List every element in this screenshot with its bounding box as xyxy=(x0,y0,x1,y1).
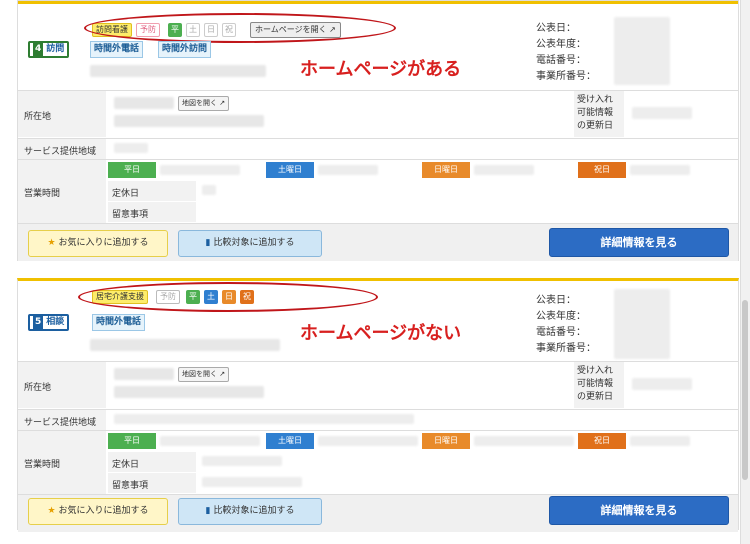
sunday-hours-redacted xyxy=(474,436,574,446)
add-favorite-button[interactable]: ★ お気に入りに追加する xyxy=(28,230,168,257)
add-favorite-button[interactable]: ★ お気に入りに追加する xyxy=(28,498,168,525)
facility-name-redacted xyxy=(90,339,280,351)
after-hours-phone-tag: 時間外電話 xyxy=(92,314,146,331)
area-redacted xyxy=(114,143,148,153)
closed-days-label: 定休日 xyxy=(108,452,196,472)
acceptance-update-label: 受け入れ 可能情報 の更新日 xyxy=(574,91,624,137)
closed-days-redacted xyxy=(202,185,216,195)
service-badge-visit: 4 訪問 xyxy=(28,41,70,58)
view-details-button[interactable]: 詳細情報を見る xyxy=(549,496,729,525)
view-details-button[interactable]: 詳細情報を見る xyxy=(549,228,729,257)
location-label: 所在地 xyxy=(18,362,106,408)
phone-label: 電話番号： xyxy=(536,327,586,338)
publish-date-label: 公表日： xyxy=(536,23,576,34)
star-icon: ★ xyxy=(47,506,56,516)
weekday-hours-redacted xyxy=(160,436,260,446)
service-area-label: サービス提供地域 xyxy=(18,410,106,430)
card-accent-bar xyxy=(18,1,738,4)
address-redacted xyxy=(114,368,174,380)
acceptance-date-redacted xyxy=(632,107,692,119)
publish-date-label: 公表日： xyxy=(536,295,576,306)
service-badge-consult: 5 相談 xyxy=(28,314,70,331)
office-info-redacted xyxy=(614,289,670,359)
facility-card-2: 居宅介護支援 予防 平 土 日 祝 5 相談 時間外電話 ホームページがない 公表… xyxy=(17,278,739,532)
office-info-redacted xyxy=(614,17,670,85)
office-number-label: 事業所番号： xyxy=(536,71,596,82)
saturday-header: 土曜日 xyxy=(266,162,314,178)
vertical-scrollbar[interactable] xyxy=(740,0,750,544)
saturday-hours-redacted xyxy=(318,436,418,446)
location-label: 所在地 xyxy=(18,91,106,137)
address-redacted-2 xyxy=(114,386,264,398)
holiday-header: 祝日 xyxy=(578,433,626,449)
acceptance-update-label: 受け入れ 可能情報 の更新日 xyxy=(574,362,624,408)
notes-label: 留意事項 xyxy=(108,473,196,493)
annotation-oval xyxy=(84,13,396,43)
sunday-header: 日曜日 xyxy=(422,433,470,449)
saturday-header: 土曜日 xyxy=(266,433,314,449)
holiday-hours-redacted xyxy=(630,165,690,175)
sunday-header: 日曜日 xyxy=(422,162,470,178)
holiday-header: 祝日 xyxy=(578,162,626,178)
after-hours-visit-tag: 時間外訪問 xyxy=(158,41,212,58)
publish-year-label: 公表年度： xyxy=(536,39,586,50)
saturday-hours-redacted xyxy=(318,165,378,175)
add-compare-button[interactable]: ▮ 比較対象に追加する xyxy=(178,230,322,257)
facility-card-1: 訪問看護 予防 平 土 日 祝 ホームページを開く ↗ 4 訪問 時間外電話 時間… xyxy=(17,0,739,261)
sunday-hours-redacted xyxy=(474,165,534,175)
address-redacted xyxy=(114,97,174,109)
notes-label: 留意事項 xyxy=(108,202,196,222)
annotation-has-homepage: ホームページがある xyxy=(300,59,462,80)
notes-redacted xyxy=(202,477,302,487)
business-hours-label: 営業時間 xyxy=(18,431,106,494)
after-hours-phone-tag: 時間外電話 xyxy=(90,41,144,58)
star-icon: ★ xyxy=(47,238,56,248)
scrollbar-thumb[interactable] xyxy=(742,300,748,480)
annotation-oval xyxy=(78,282,378,312)
compare-icon: ▮ xyxy=(205,238,211,248)
open-map-button[interactable]: 地図を開く ↗ xyxy=(178,96,230,111)
annotation-no-homepage: ホームページがない xyxy=(300,323,462,344)
open-map-button[interactable]: 地図を開く ↗ xyxy=(178,367,230,382)
business-hours-label: 営業時間 xyxy=(18,160,106,223)
service-area-label: サービス提供地域 xyxy=(18,139,106,159)
address-redacted-2 xyxy=(114,115,264,127)
phone-label: 電話番号： xyxy=(536,55,586,66)
acceptance-date-redacted xyxy=(632,378,692,390)
weekday-header: 平日 xyxy=(108,433,156,449)
weekday-header: 平日 xyxy=(108,162,156,178)
office-number-label: 事業所番号： xyxy=(536,343,596,354)
closed-days-label: 定休日 xyxy=(108,181,196,201)
add-compare-button[interactable]: ▮ 比較対象に追加する xyxy=(178,498,322,525)
external-link-icon: ↗ xyxy=(219,370,226,378)
closed-days-redacted xyxy=(202,456,282,466)
publish-year-label: 公表年度： xyxy=(536,311,586,322)
area-redacted xyxy=(114,414,414,424)
facility-name-redacted xyxy=(90,65,266,77)
holiday-hours-redacted xyxy=(630,436,690,446)
compare-icon: ▮ xyxy=(205,506,211,516)
external-link-icon: ↗ xyxy=(219,99,226,107)
weekday-hours-redacted xyxy=(160,165,240,175)
